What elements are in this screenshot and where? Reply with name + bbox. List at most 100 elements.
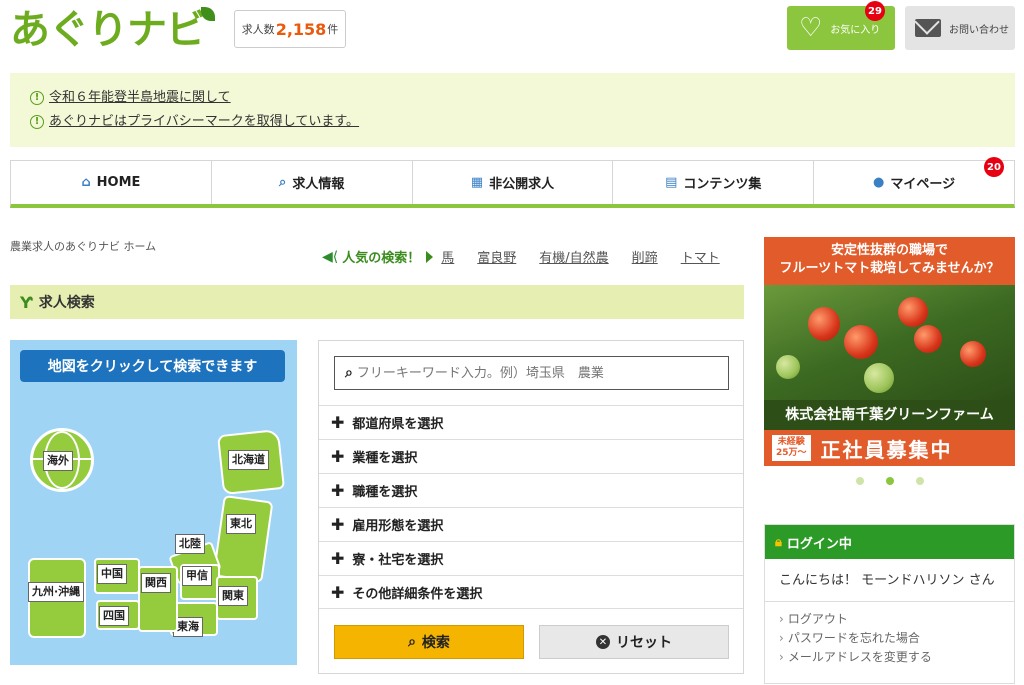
- filter-industry[interactable]: ✚ 業種を選択: [319, 439, 743, 473]
- nav-contents[interactable]: ▤ コンテンツ集: [613, 161, 815, 204]
- carousel-dot[interactable]: [916, 477, 924, 485]
- region-label-kyushu-okinawa[interactable]: 九州·沖縄: [28, 582, 85, 602]
- triangle-right-icon: [426, 250, 434, 263]
- reset-button[interactable]: ✕ リセット: [539, 625, 729, 659]
- notice-link-earthquake[interactable]: 令和６年能登半島地震に関して: [49, 86, 231, 110]
- job-count-value: 2,158: [275, 19, 327, 39]
- close-icon: ✕: [596, 635, 610, 649]
- popular-link[interactable]: 削蹄: [632, 247, 658, 266]
- job-ad-banner[interactable]: 安定性抜群の職場で フルーツトマト栽培してみませんか？ 株式会社南千葉グリーンフ…: [764, 237, 1015, 466]
- filter-prefecture[interactable]: ✚ 都道府県を選択: [319, 405, 743, 439]
- mypage-count-badge: 20: [983, 157, 1004, 177]
- popular-label: 人気の検索！: [342, 251, 421, 266]
- info-icon: !: [30, 91, 44, 105]
- lock-icon: 🔒︎: [775, 534, 782, 550]
- banner-company: 株式会社南千葉グリーンファーム: [764, 400, 1015, 430]
- filter-employment-type[interactable]: ✚ 雇用形態を選択: [319, 507, 743, 541]
- favorites-button[interactable]: ♡ お気に入り 29: [787, 1, 895, 50]
- tomato: [808, 307, 840, 341]
- tomato: [898, 297, 928, 327]
- popular-searches: ◀⟨ 人気の検索！ 馬 富良野 有機/自然農 削蹄 トマト: [322, 247, 743, 267]
- popular-link[interactable]: 富良野: [477, 247, 516, 266]
- nav-home[interactable]: ⌂ HOME: [11, 161, 212, 204]
- banner-footer: 未経験 25万〜 正社員募集中: [764, 430, 1015, 466]
- favorites-label: お気に入り: [830, 24, 881, 36]
- tomato: [960, 341, 986, 367]
- filter-housing[interactable]: ✚ 寮・社宅を選択: [319, 541, 743, 575]
- region-label-tohoku[interactable]: 東北: [226, 514, 256, 534]
- plus-icon: ✚: [331, 582, 345, 602]
- forgot-password-link[interactable]: パスワードを忘れた場合: [779, 629, 1000, 648]
- mail-icon: [915, 19, 941, 37]
- login-header: 🔒︎ ログイン中: [765, 525, 1014, 559]
- megaphone-icon: ◀⟨: [322, 248, 339, 265]
- info-icon: !: [30, 115, 44, 129]
- region-label-overseas[interactable]: 海外: [43, 451, 73, 471]
- notice-item: ! あぐりナビはプライバシーマークを取得しています。: [30, 110, 995, 134]
- favorites-count-badge: 29: [865, 1, 885, 21]
- breadcrumb[interactable]: 農業求人のあぐりナビ ホーム: [10, 238, 156, 254]
- logout-link[interactable]: ログアウト: [779, 610, 1000, 629]
- region-label-shikoku[interactable]: 四国: [99, 606, 129, 626]
- user-icon: ●: [873, 175, 885, 190]
- filter-other-conditions[interactable]: ✚ その他詳細条件を選択: [319, 575, 743, 609]
- region-label-kanto[interactable]: 関東: [218, 586, 248, 606]
- contact-button[interactable]: お問い合わせ: [905, 6, 1015, 50]
- search-button[interactable]: ⌕ 検索: [334, 625, 524, 659]
- tomato: [776, 355, 800, 379]
- carousel-dot[interactable]: [856, 477, 864, 485]
- region-label-koshin[interactable]: 甲信: [182, 566, 212, 586]
- filter-job-type[interactable]: ✚ 職種を選択: [319, 473, 743, 507]
- region-tohoku[interactable]: [212, 494, 274, 584]
- job-count-unit: 件: [327, 23, 339, 36]
- book-icon: ▤: [665, 175, 678, 190]
- sprout-icon: Ƴ: [20, 292, 33, 312]
- salary-tag: 未経験 25万〜: [772, 435, 811, 461]
- plus-icon: ✚: [331, 549, 345, 568]
- home-icon: ⌂: [81, 175, 91, 190]
- tomato-photo: [764, 285, 1015, 400]
- notice-item: ! 令和６年能登半島地震に関して: [30, 86, 995, 110]
- popular-link[interactable]: トマト: [681, 247, 720, 266]
- search-icon: ⌕: [345, 365, 353, 381]
- region-label-chugoku[interactable]: 中国: [97, 564, 127, 584]
- japan-map: 地図をクリックして検索できます 海外 北海道 東北 北陸 甲信 関東 東海 関西…: [10, 340, 297, 665]
- carousel-dot-active[interactable]: [886, 477, 894, 485]
- keyword-field[interactable]: ⌕: [334, 356, 729, 390]
- popular-link[interactable]: 有機/自然農: [539, 247, 608, 266]
- login-links: ログアウト パスワードを忘れた場合 メールアドレスを変更する: [765, 602, 1014, 675]
- plus-icon: ✚: [331, 413, 345, 432]
- job-count-label: 求人数: [241, 23, 275, 36]
- plus-icon: ✚: [331, 481, 345, 500]
- contact-label: お問い合わせ: [949, 24, 1009, 36]
- tomato: [864, 363, 894, 393]
- login-box: 🔒︎ ログイン中 こんにちは！ モーンドハリソン さん ログアウト パスワードを…: [764, 524, 1015, 684]
- map-heading: 地図をクリックして検索できます: [20, 350, 285, 382]
- section-title: Ƴ 求人検索: [10, 285, 744, 319]
- notice-box: ! 令和６年能登半島地震に関して ! あぐりナビはプライバシーマークを取得してい…: [10, 73, 1015, 147]
- region-label-hokkaido[interactable]: 北海道: [228, 450, 269, 470]
- plus-icon: ✚: [331, 447, 345, 466]
- plus-icon: ✚: [331, 515, 345, 534]
- nav-jobs[interactable]: ⌕ 求人情報: [212, 161, 413, 204]
- nav-private-jobs[interactable]: ▦ 非公開求人: [413, 161, 614, 204]
- search-panel: ⌕ ✚都道府県を選択 ✚業種を選択 ✚職種を選択 ✚雇用形態を選択 ✚寮・社宅を…: [318, 340, 744, 674]
- job-count-box: 求人数 2,158 件: [234, 10, 346, 48]
- banner-hiring-text: 正社員募集中: [820, 437, 953, 462]
- filter-list: ✚ 都道府県を選択 ✚ 業種を選択 ✚ 職種を選択 ✚ 雇用形態を選択 ✚ 寮・社宅を選択…: [319, 405, 743, 609]
- site-logo[interactable]: あぐりナビ: [10, 6, 215, 54]
- main-nav: ⌂ HOME ⌕ 求人情報 ▦ 非公開求人 ▤ コンテンツ集 ● マイページ 20: [10, 157, 1015, 208]
- carousel-dots: [856, 477, 946, 485]
- banner-headline: 安定性抜群の職場で フルーツトマト栽培してみませんか？: [764, 237, 1015, 285]
- keyword-input[interactable]: [356, 365, 707, 381]
- search-icon: ⌕: [408, 634, 416, 650]
- popular-link[interactable]: 馬: [441, 247, 454, 266]
- tomato: [914, 325, 942, 353]
- region-label-hokuriku[interactable]: 北陸: [175, 534, 205, 554]
- nav-mypage[interactable]: ● マイページ 20: [814, 157, 1014, 204]
- region-label-kansai[interactable]: 関西: [141, 573, 171, 593]
- login-greeting: こんにちは！ モーンドハリソン さん: [765, 559, 1014, 602]
- notice-link-privacy-mark[interactable]: あぐりナビはプライバシーマークを取得しています。: [49, 110, 359, 134]
- building-icon: ▦: [470, 175, 484, 190]
- change-email-link[interactable]: メールアドレスを変更する: [779, 648, 1000, 667]
